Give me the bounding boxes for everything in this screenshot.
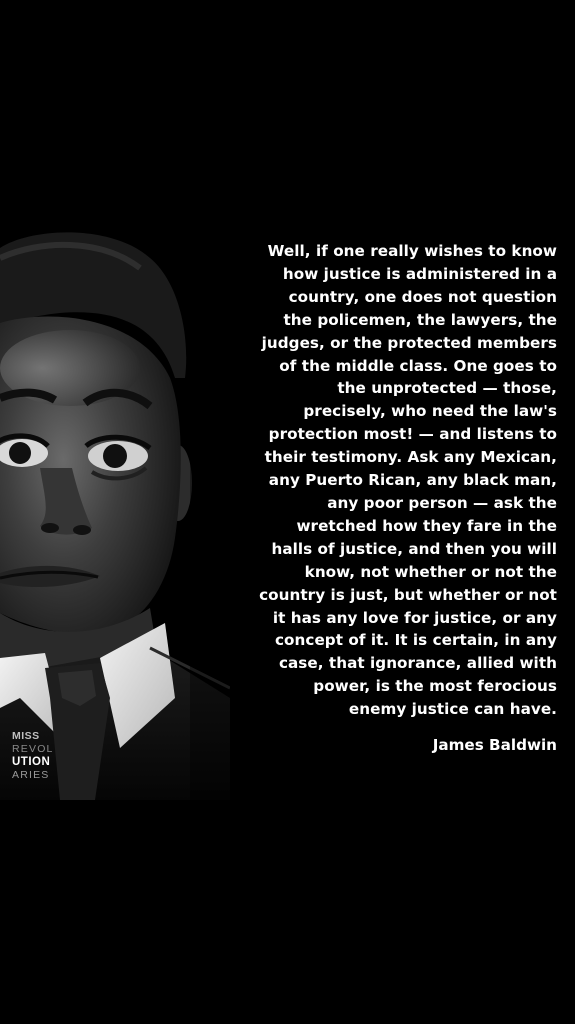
quote-line: precisely, who need the law's xyxy=(303,402,557,421)
quote-line: it has any love for justice, or any xyxy=(272,608,557,627)
quote-line: protection most! — and listens to xyxy=(268,425,557,444)
logo-line: MISS xyxy=(12,730,40,742)
quote-line: country, one does not question xyxy=(288,287,557,306)
miss-revolutionaries-logo: MISS REVOL UTION ARIES xyxy=(12,730,66,790)
quote-line: country is just, but whether or not xyxy=(259,585,557,604)
quote-line: the unprotected — those, xyxy=(337,379,557,398)
quote-line: how justice is administered in a xyxy=(282,264,557,283)
quote-line: know, not whether or not the xyxy=(304,562,557,581)
quote-line: of the middle class. One goes to xyxy=(279,356,557,375)
screen-background: MISS REVOL UTION ARIES Well, if one real… xyxy=(0,0,575,1024)
quote-text: Well, if one really wishes to know how j… xyxy=(212,240,557,721)
quote-poster: MISS REVOL UTION ARIES Well, if one real… xyxy=(0,228,575,800)
quote-author: James Baldwin xyxy=(432,736,557,754)
logo-line: UTION xyxy=(12,756,51,768)
quote-line: their testimony. Ask any Mexican, xyxy=(264,448,557,467)
portrait-photo xyxy=(0,228,230,800)
logo-line: ARIES xyxy=(12,769,50,781)
quote-line: wretched how they fare in the xyxy=(296,516,557,535)
quote-line: the policemen, the lawyers, the xyxy=(283,310,557,329)
quote-line: any poor person — ask the xyxy=(327,493,557,512)
logo-line: REVOL xyxy=(12,743,54,755)
quote-line: concept of it. It is certain, in any xyxy=(275,631,557,650)
quote-line: power, is the most ferocious xyxy=(313,677,557,696)
quote-line: Well, if one really wishes to know xyxy=(267,242,557,260)
quote-line: enemy justice can have. xyxy=(348,700,557,719)
quote-line: any Puerto Rican, any black man, xyxy=(268,471,557,490)
quote-line: halls of justice, and then you will xyxy=(271,539,557,558)
quote-line: case, that ignorance, allied with xyxy=(278,654,557,673)
quote-line: judges, or the protected members xyxy=(261,333,557,352)
